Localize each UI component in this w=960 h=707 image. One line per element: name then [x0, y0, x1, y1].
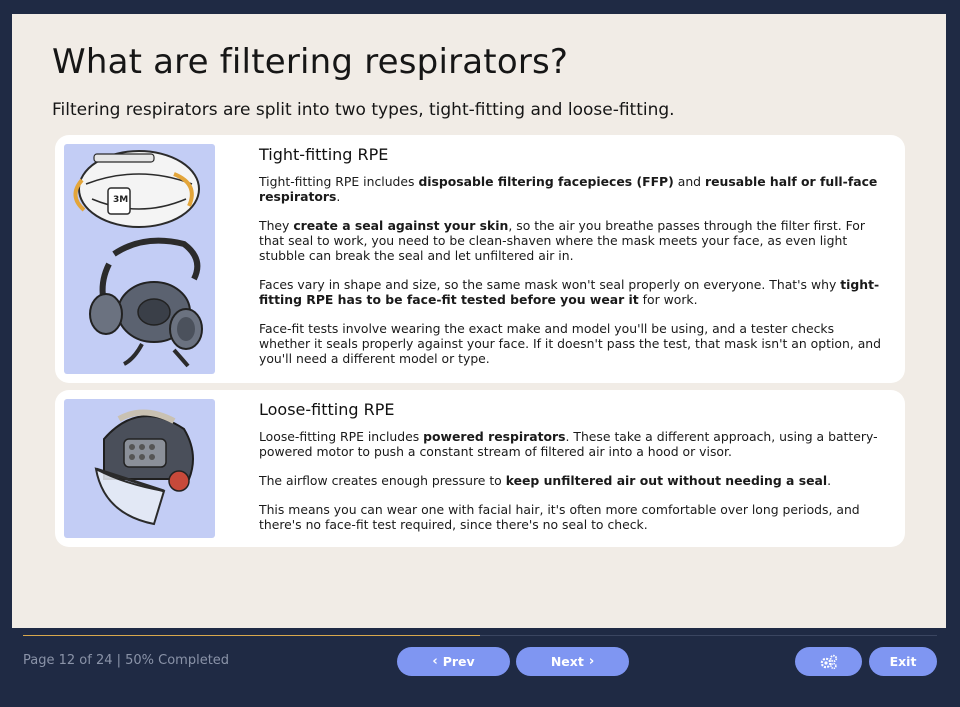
paragraph: This means you can wear one with facial …	[259, 502, 860, 532]
slide-content: What are filtering respirators? Filterin…	[12, 14, 946, 628]
paragraph: Loose-fitting RPE includes powered respi…	[259, 429, 878, 459]
paragraph: The airflow creates enough pressure to k…	[259, 473, 832, 488]
svg-text:3M: 3M	[113, 195, 128, 205]
loose-fitting-text: Loose-fitting RPE Loose-fitting RPE incl…	[259, 402, 885, 546]
paragraph: Faces vary in shape and size, so the sam…	[259, 277, 880, 307]
loose-fitting-heading: Loose-fitting RPE	[259, 400, 395, 419]
paragraph: They create a seal against your skin, so…	[259, 218, 865, 263]
next-button[interactable]: Next ›	[516, 647, 629, 676]
powered-helmet-image	[94, 409, 194, 526]
powered-respirator-illustration	[64, 399, 215, 538]
settings-button[interactable]	[795, 647, 862, 676]
loose-fitting-card: Loose-fitting RPE Loose-fitting RPE incl…	[55, 390, 905, 547]
tight-fitting-card: 3M Tight-fitting RPE Tight-fitting RPE i…	[55, 135, 905, 383]
progress-fill	[23, 635, 480, 636]
chevron-left-icon: ‹	[432, 654, 438, 669]
exit-button[interactable]: Exit	[869, 647, 937, 676]
prev-label: Prev	[442, 654, 475, 669]
tight-fitting-paragraphs: Tight-fitting RPE includes disposable fi…	[259, 174, 885, 366]
tight-fitting-heading: Tight-fitting RPE	[259, 145, 389, 164]
loose-fitting-paragraphs: Loose-fitting RPE includes powered respi…	[259, 429, 885, 532]
page-subtitle: Filtering respirators are split into two…	[52, 100, 675, 120]
chevron-right-icon: ›	[588, 654, 595, 669]
paragraph: Face-fit tests involve wearing the exact…	[259, 321, 882, 366]
page-title: What are filtering respirators?	[52, 42, 569, 82]
paragraph: Tight-fitting RPE includes disposable fi…	[259, 174, 878, 204]
page-status: Page 12 of 24 | 50% Completed	[23, 653, 230, 668]
next-label: Next	[550, 654, 584, 669]
tight-fitting-masks-illustration: 3M	[64, 144, 215, 374]
gears-icon	[820, 654, 837, 669]
tight-fitting-text: Tight-fitting RPE Tight-fitting RPE incl…	[259, 147, 885, 380]
disposable-mask-image: 3M	[73, 150, 200, 228]
half-face-respirator-image	[89, 237, 203, 368]
exit-label: Exit	[889, 654, 917, 669]
progress-track	[23, 635, 937, 636]
prev-button[interactable]: ‹ Prev	[397, 647, 510, 676]
